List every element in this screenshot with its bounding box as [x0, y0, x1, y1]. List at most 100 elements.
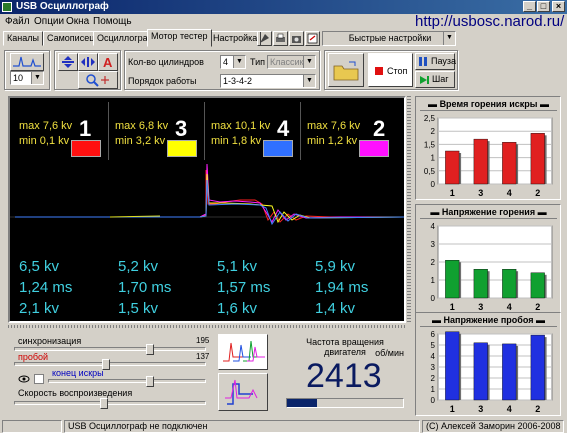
stop-button[interactable]: Стоп	[368, 53, 413, 87]
cylinder-3-number: 3	[175, 116, 188, 141]
tab-recorder[interactable]: Самописец	[43, 31, 99, 46]
stop-icon	[375, 67, 383, 75]
cylinder-1-block: max 7,6 kv min 0,1 kv 1	[13, 102, 109, 160]
y-tick-label: 2	[431, 127, 436, 136]
x-tick-label: 4	[507, 188, 512, 198]
cylinder-1-number: 1	[79, 116, 92, 141]
cylinder-4-min: min 1,8 kv	[211, 135, 262, 147]
close-button[interactable]: ×	[552, 1, 565, 12]
menu-file[interactable]: Файл	[5, 16, 30, 27]
pause-button[interactable]: Пауза	[415, 53, 456, 70]
firing-order-label: Порядок работы	[128, 76, 197, 86]
y-tick-label: 0	[431, 396, 436, 405]
sync-value: 195	[196, 336, 210, 345]
x-tick-label: 3	[478, 188, 483, 198]
engine-type-select[interactable]: Классика ▼	[267, 55, 316, 69]
cylinder-1-min: min 0,1 kv	[19, 135, 70, 147]
playback-speed-label: Скорость воспроизведения	[18, 388, 133, 398]
menu-help[interactable]: Помощь	[93, 16, 132, 27]
eye-icon[interactable]	[18, 374, 30, 384]
zoom-cursor-button[interactable]	[78, 71, 118, 89]
firing-order-select[interactable]: 1-3-4-2 ▼	[220, 74, 316, 88]
rpm-progress-fill	[287, 399, 317, 407]
x-tick-label: 2	[535, 404, 540, 414]
chevron-down-icon: ▼	[31, 72, 43, 84]
bottom-splitter-handle[interactable]	[8, 325, 406, 328]
overlay-waveform-button[interactable]	[218, 334, 268, 370]
tab-print-icon[interactable]	[273, 31, 288, 46]
sync-label: синхронизация	[18, 336, 82, 346]
open-folder-button[interactable]	[328, 53, 364, 87]
spark-end-slider[interactable]	[48, 379, 206, 383]
minimize-button[interactable]: _	[523, 1, 536, 12]
pause-icon	[419, 57, 422, 66]
x-tick-label: 4	[507, 404, 512, 414]
cylinder-2-min: min 1,2 kv	[307, 135, 358, 147]
tab-export-icon[interactable]	[305, 31, 320, 46]
spark-end-slider-thumb[interactable]	[146, 376, 154, 387]
horizontal-arrows-button[interactable]	[78, 53, 98, 71]
website-url[interactable]: http://usbosc.narod.ru/	[415, 13, 564, 30]
chevron-down-icon: ▼	[443, 32, 455, 45]
vertical-arrows-button[interactable]	[58, 53, 78, 71]
y-tick-label: 2	[431, 258, 436, 267]
playback-speed-slider-thumb[interactable]	[100, 398, 108, 409]
cylinders-select[interactable]: 4 ▼	[220, 55, 246, 69]
status-cell-empty	[2, 420, 62, 433]
oscilloscope-display[interactable]: max 7,6 kv min 0,1 kv 1 max 6,8 kv min 3…	[8, 96, 406, 323]
playback-speed-slider[interactable]	[14, 401, 206, 405]
menu-windows[interactable]: Окна	[66, 16, 89, 27]
quick-settings-select[interactable]: Быстрые настройки ▼	[322, 31, 456, 46]
x-tick-label: 4	[507, 302, 512, 312]
ignition-waveform	[10, 163, 404, 226]
zoom-select[interactable]: 10 ▼	[10, 71, 44, 85]
bar-4	[502, 269, 517, 299]
cylinder-1-voltage: 6,5 kv	[19, 258, 60, 275]
chevron-down-icon: ▼	[303, 75, 315, 87]
splitter-handle[interactable]	[407, 96, 411, 323]
step-button[interactable]: Шаг	[415, 71, 455, 88]
cylinder-3-min: min 3,2 kv	[115, 135, 166, 147]
tab-channels[interactable]: Каналы	[3, 31, 43, 46]
menu-options[interactable]: Опции	[34, 16, 64, 27]
bar-3	[473, 269, 488, 299]
cylinder-2-block: max 7,6 kv min 1,2 kv 2	[301, 102, 397, 160]
tab-settings[interactable]: Настройка	[209, 31, 262, 46]
y-tick-label: 1	[431, 276, 436, 285]
y-tick-label: 6	[431, 330, 436, 339]
bar-1	[445, 260, 460, 299]
tab-motor-tester[interactable]: Мотор тестер	[147, 29, 212, 47]
bar-3	[473, 342, 488, 401]
breakdown-value: 137	[196, 352, 210, 361]
sync-slider[interactable]	[14, 347, 206, 351]
sync-slider-thumb[interactable]	[146, 344, 154, 355]
y-tick-label: 0	[431, 180, 436, 189]
bar-4	[502, 343, 517, 401]
copyright-text: (C) Алексей Заморин 2006-2008	[422, 420, 564, 433]
step-icon	[420, 76, 429, 84]
y-tick-label: 4	[431, 352, 436, 361]
maximize-button[interactable]: □	[537, 1, 550, 12]
cylinder-3-time: 1,70 ms	[118, 279, 172, 296]
x-tick-label: 1	[450, 404, 455, 414]
spark-end-checkbox[interactable]	[34, 374, 44, 384]
tab-tool-icon[interactable]	[257, 31, 272, 46]
cylinder-1-max: max 7,6 kv	[19, 120, 73, 132]
text-a-button[interactable]: A	[98, 53, 118, 71]
cylinder-4-breakdown: 1,6 kv	[217, 300, 258, 317]
cylinder-4-color	[263, 140, 293, 157]
breakdown-slider[interactable]	[14, 362, 206, 366]
cylinder-2-color	[359, 140, 389, 157]
cylinder-4-block: max 10,1 kv min 1,8 kv 4	[205, 102, 301, 160]
cylinder-1-color	[71, 140, 101, 157]
waveform-view-button[interactable]	[10, 53, 44, 71]
cylinder-4-time: 1,57 ms	[217, 279, 271, 296]
firing-order-value: 1-3-4-2	[223, 76, 253, 86]
tab-camera-icon[interactable]	[289, 31, 304, 46]
stacked-waveform-icon	[225, 379, 258, 405]
y-tick-label: 2	[431, 374, 436, 383]
cylinder-4-number: 4	[277, 116, 290, 141]
stacked-waveform-button[interactable]	[218, 373, 268, 411]
y-tick-label: 3	[431, 363, 436, 372]
bar-2	[530, 272, 545, 299]
